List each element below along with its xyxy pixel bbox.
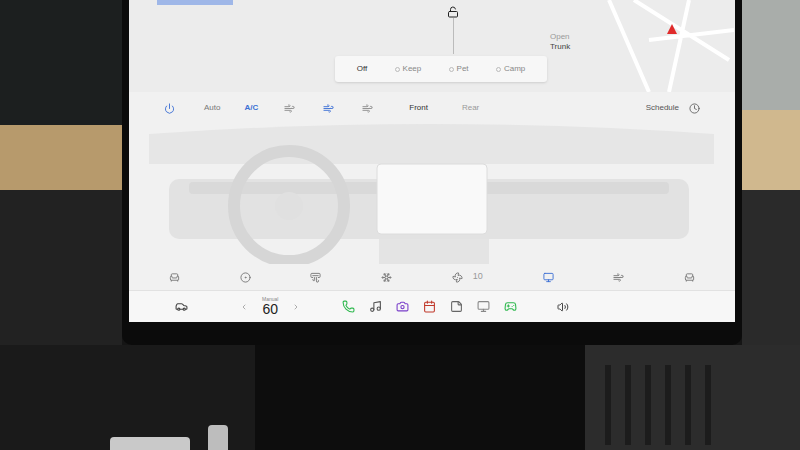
app-icon[interactable] [396, 300, 409, 313]
right-dashboard [742, 0, 800, 345]
car-icon[interactable] [175, 300, 188, 313]
mode-option[interactable]: Off [357, 63, 368, 75]
volume-icon[interactable] [557, 301, 569, 313]
climate-control-icon[interactable] [684, 272, 695, 283]
brake-pedal [110, 437, 190, 450]
cabin-illustration [129, 124, 735, 264]
auto-button[interactable]: Auto [204, 102, 220, 114]
power-icon[interactable] [164, 103, 175, 114]
mode-dot [449, 67, 454, 72]
temperature-control[interactable]: Manual60 [240, 297, 300, 316]
mat-groove [605, 365, 611, 445]
open-trunk-button[interactable]: OpenTrunk [550, 32, 570, 52]
mat-groove [705, 365, 711, 445]
climate-control-icon[interactable] [613, 272, 624, 283]
mat-groove [685, 365, 691, 445]
climate-control-icon[interactable] [310, 272, 321, 283]
app-icon[interactable] [369, 300, 382, 313]
mat-groove [645, 365, 651, 445]
climate-control-icon[interactable] [543, 272, 554, 283]
location-marker-icon [667, 24, 677, 34]
mode-option[interactable]: Keep [395, 63, 422, 75]
accelerator-pedal [208, 425, 228, 450]
mode-dot [496, 67, 501, 72]
footwell [0, 345, 255, 450]
dashboard-drawing-icon [129, 124, 734, 264]
fan-speed[interactable]: 10 [452, 270, 483, 284]
chevron-right-icon[interactable] [292, 303, 300, 311]
app-icon[interactable] [342, 300, 355, 313]
app-icon[interactable] [450, 300, 463, 313]
keep-climate-popup: Off Keep Pet Camp [335, 56, 547, 82]
fan-icon [452, 272, 463, 283]
map-area[interactable]: Off Keep Pet Camp OpenTrunk [129, 0, 735, 92]
car-interior-photo: Off Keep Pet Camp OpenTrunk Auto A/C Front Rear S… [0, 0, 800, 450]
lock-button[interactable] [447, 6, 459, 54]
screen-display: Off Keep Pet Camp OpenTrunk Auto A/C Front Rear S… [129, 0, 735, 322]
airflow-icon[interactable] [362, 103, 373, 114]
mode-dot [395, 67, 400, 72]
center-console [255, 345, 585, 450]
zone-tab[interactable]: Rear [462, 102, 479, 114]
zone-tab[interactable]: Front [409, 102, 428, 114]
dock: Manual60 [129, 290, 735, 322]
clock-icon[interactable] [689, 103, 700, 114]
lock-icon [447, 6, 459, 18]
lock-line [453, 18, 454, 54]
climate-control-icon[interactable] [169, 272, 180, 283]
floor-mat [585, 345, 800, 450]
chevron-left-icon[interactable] [240, 303, 248, 311]
app-icon[interactable] [423, 300, 436, 313]
mat-groove [625, 365, 631, 445]
mode-option[interactable]: Pet [449, 63, 469, 75]
app-icon[interactable] [477, 300, 490, 313]
climate-control-icon[interactable] [381, 272, 392, 283]
climate-control-icon[interactable] [240, 272, 251, 283]
top-tab[interactable] [157, 0, 233, 5]
airflow-icon[interactable] [323, 103, 334, 114]
left-dashboard [0, 0, 122, 345]
mat-groove [665, 365, 671, 445]
airflow-icon[interactable] [284, 103, 295, 114]
schedule-button[interactable]: Schedule [646, 102, 679, 114]
climate-controls: 10 [129, 264, 735, 290]
mode-option[interactable]: Camp [496, 63, 525, 75]
climate-header: Auto A/C Front Rear Schedule [129, 92, 735, 124]
app-icon[interactable] [504, 300, 517, 313]
ac-button[interactable]: A/C [244, 102, 258, 114]
touchscreen: Off Keep Pet Camp OpenTrunk Auto A/C Front Rear S… [122, 0, 742, 345]
